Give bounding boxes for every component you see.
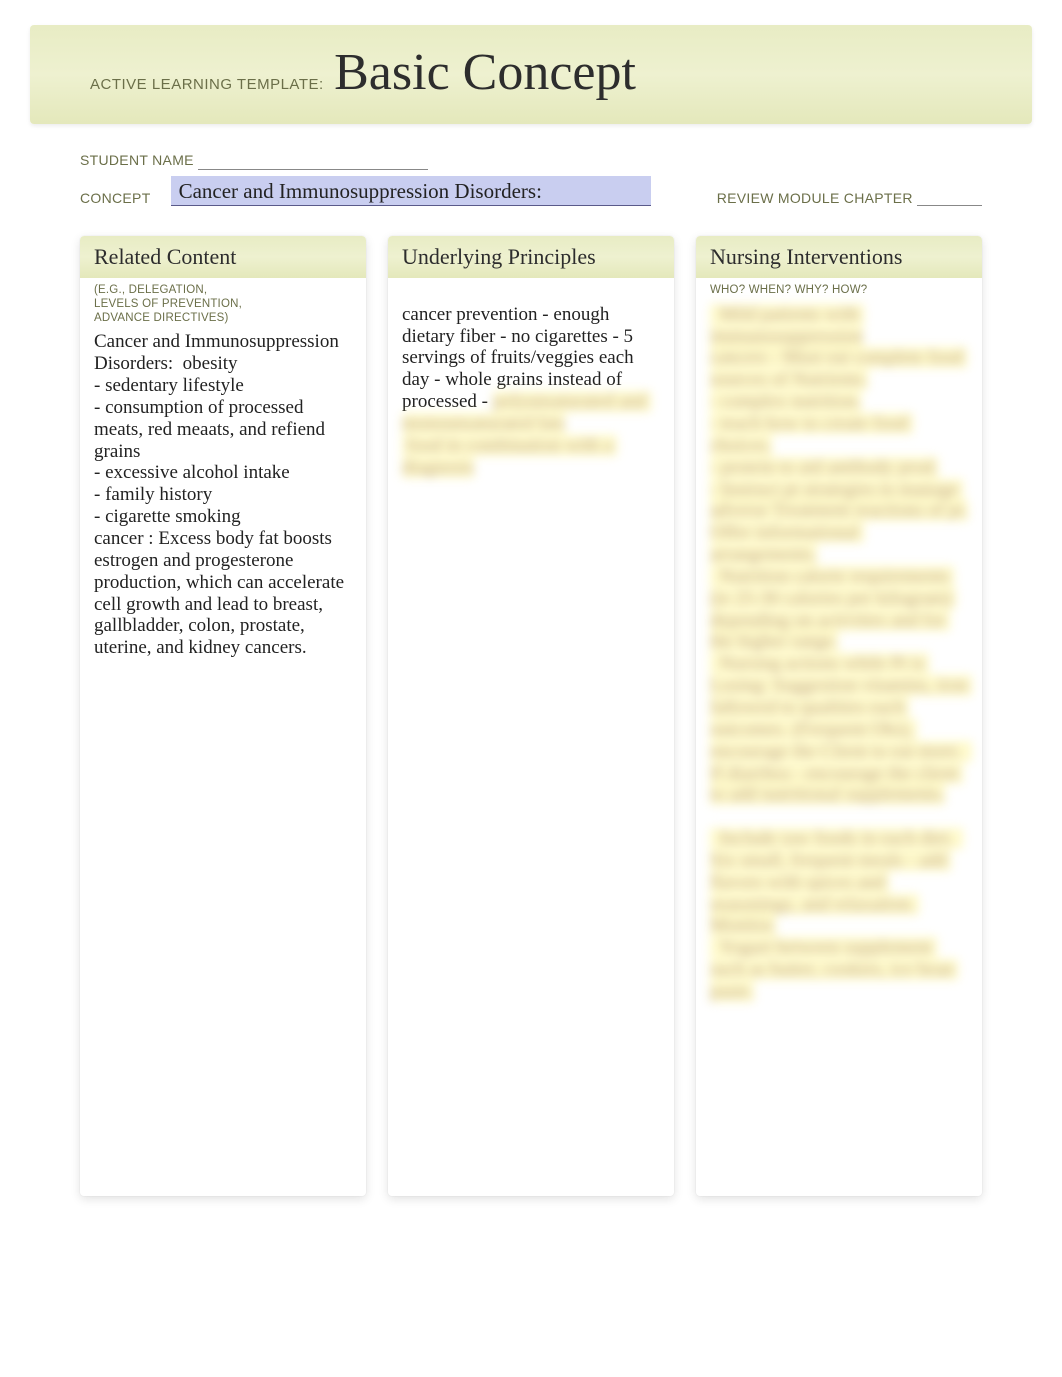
student-name-label: STUDENT NAME [80, 152, 194, 168]
card-related-header: Related Content [80, 236, 366, 278]
concept-value[interactable]: Cancer and Immunosuppression Disorders: [171, 176, 651, 206]
columns-wrap: Related Content (E.G., DELEGATION, LEVEL… [30, 236, 1032, 1196]
card-principles-heading: Underlying Principles [402, 244, 660, 270]
template-header: ACTIVE LEARNING TEMPLATE: Basic Concept [30, 25, 1032, 124]
card-related-body: Cancer and Immunosuppression Disorders: … [80, 327, 366, 673]
student-name-row: STUDENT NAME [30, 152, 1032, 170]
page-root: ACTIVE LEARNING TEMPLATE: Basic Concept … [0, 0, 1062, 1256]
nursing-blurred-text: Mild patients with immunosuppression can… [710, 304, 972, 1002]
card-nursing-interventions: Nursing Interventions WHO? WHEN? WHY? HO… [696, 236, 982, 1196]
card-principles-body: cancer prevention - enough dietary fiber… [388, 300, 674, 493]
concept-row: CONCEPT Cancer and Immunosuppression Dis… [30, 176, 1032, 206]
card-nursing-body: Mild patients with immunosuppression can… [696, 300, 982, 1017]
template-title: Basic Concept [334, 44, 636, 101]
card-underlying-principles: Underlying Principles cancer prevention … [388, 236, 674, 1196]
student-name-line[interactable] [198, 156, 428, 170]
card-related-heading: Related Content [94, 244, 352, 270]
card-principles-subnote [388, 278, 674, 300]
review-module-line[interactable] [917, 192, 982, 206]
review-module-label-text: REVIEW MODULE CHAPTER [717, 190, 913, 206]
card-related-subnote: (E.G., DELEGATION, LEVELS OF PREVENTION,… [80, 278, 366, 327]
card-related-content: Related Content (E.G., DELEGATION, LEVEL… [80, 236, 366, 1196]
card-nursing-subnote: WHO? WHEN? WHY? HOW? [696, 278, 982, 300]
review-module-label: REVIEW MODULE CHAPTER [717, 190, 982, 206]
card-nursing-heading: Nursing Interventions [710, 244, 968, 270]
template-prefix: ACTIVE LEARNING TEMPLATE: [90, 76, 324, 93]
concept-label: CONCEPT [80, 190, 151, 206]
card-principles-header: Underlying Principles [388, 236, 674, 278]
card-nursing-header: Nursing Interventions [696, 236, 982, 278]
